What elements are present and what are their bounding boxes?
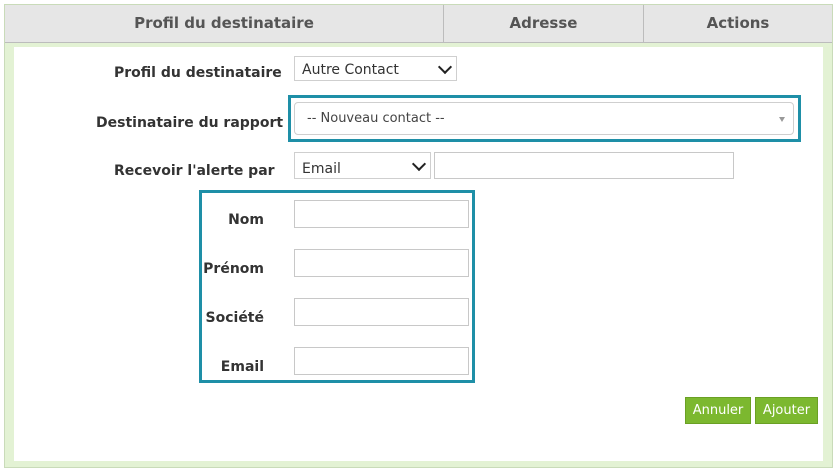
add-button[interactable]: Ajouter [755, 397, 818, 424]
destinataire-value: -- Nouveau contact -- [307, 111, 445, 126]
profil-select-value: Autre Contact [302, 62, 399, 78]
profil-select[interactable]: Autre Contact [294, 56, 457, 81]
profil-label: Profil du destinataire [114, 65, 282, 81]
header-profil: Profil du destinataire [5, 5, 444, 43]
email-label: Email [220, 359, 264, 375]
chevron-down-icon [437, 59, 453, 74]
header-adresse: Adresse [444, 5, 644, 43]
societe-input[interactable] [294, 298, 469, 326]
societe-label: Société [205, 310, 264, 326]
header-actions: Actions [706, 14, 770, 32]
destinataire-combobox[interactable]: -- Nouveau contact -- [294, 102, 794, 135]
alerte-label: Recevoir l'alerte par [114, 163, 275, 179]
table-header: Profil du destinataire Adresse Actions [5, 5, 832, 43]
alerte-select-value: Email [302, 161, 341, 177]
prenom-label: Prénom [203, 261, 264, 277]
destinataire-label: Destinataire du rapport [96, 115, 284, 131]
alerte-address-input[interactable] [434, 152, 734, 179]
prenom-input[interactable] [294, 249, 469, 277]
chevron-down-icon [411, 156, 427, 171]
email-input[interactable] [294, 347, 469, 375]
alerte-select[interactable]: Email [294, 152, 431, 179]
nom-input[interactable] [294, 200, 469, 228]
nom-label: Nom [228, 212, 264, 228]
dropdown-triangle-icon [779, 117, 785, 122]
cancel-button[interactable]: Annuler [685, 397, 751, 424]
